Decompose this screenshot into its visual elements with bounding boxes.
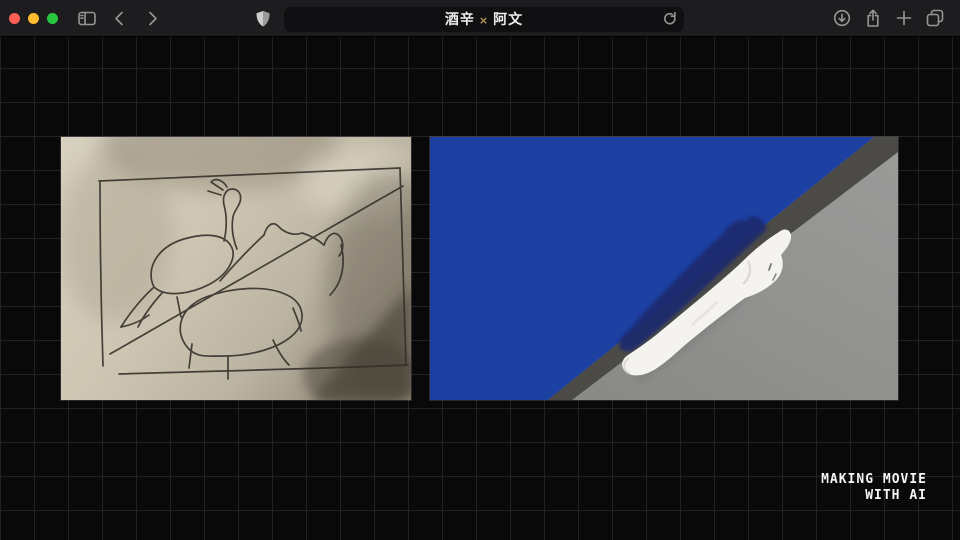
minimize-window-button[interactable]: [28, 13, 39, 24]
reload-icon: [662, 11, 678, 28]
browser-toolbar: 酒辛×阿文: [0, 0, 960, 37]
address-bar[interactable]: 酒辛×阿文: [284, 7, 684, 32]
page-title: 酒辛×阿文: [445, 9, 523, 29]
privacy-shield-button[interactable]: [250, 6, 276, 32]
new-tab-button[interactable]: [891, 5, 917, 31]
storyboard-sketch-panel: [61, 137, 411, 400]
safari-window: 酒辛×阿文: [0, 0, 960, 540]
tab-overview-icon: [926, 9, 944, 27]
caption-line-1: MAKING MOVIE: [821, 472, 927, 488]
share-button[interactable]: [860, 5, 886, 31]
ai-render-image: [430, 137, 898, 400]
forward-button[interactable]: [140, 5, 166, 31]
forward-chevron-icon: [148, 11, 158, 26]
zoom-window-button[interactable]: [47, 13, 58, 24]
caption-line-2: WITH AI: [821, 488, 927, 504]
downloads-button[interactable]: [829, 5, 855, 31]
sidebar-toggle-icon: [78, 11, 96, 26]
download-icon: [833, 9, 851, 27]
caption-text: MAKING MOVIE WITH AI: [821, 472, 927, 504]
ai-render-panel: [430, 137, 898, 400]
close-window-button[interactable]: [9, 13, 20, 24]
plus-icon: [896, 10, 912, 26]
sidebar-toggle-button[interactable]: [74, 5, 100, 31]
traffic-lights: [9, 13, 58, 24]
page-background: MAKING MOVIE WITH AI: [0, 37, 960, 540]
tab-overview-button[interactable]: [922, 5, 948, 31]
back-button[interactable]: [106, 5, 132, 31]
share-icon: [864, 9, 882, 28]
reload-button[interactable]: [662, 11, 678, 28]
shield-icon: [255, 10, 271, 28]
storyboard-sketch-image: [61, 137, 411, 400]
back-chevron-icon: [114, 11, 124, 26]
